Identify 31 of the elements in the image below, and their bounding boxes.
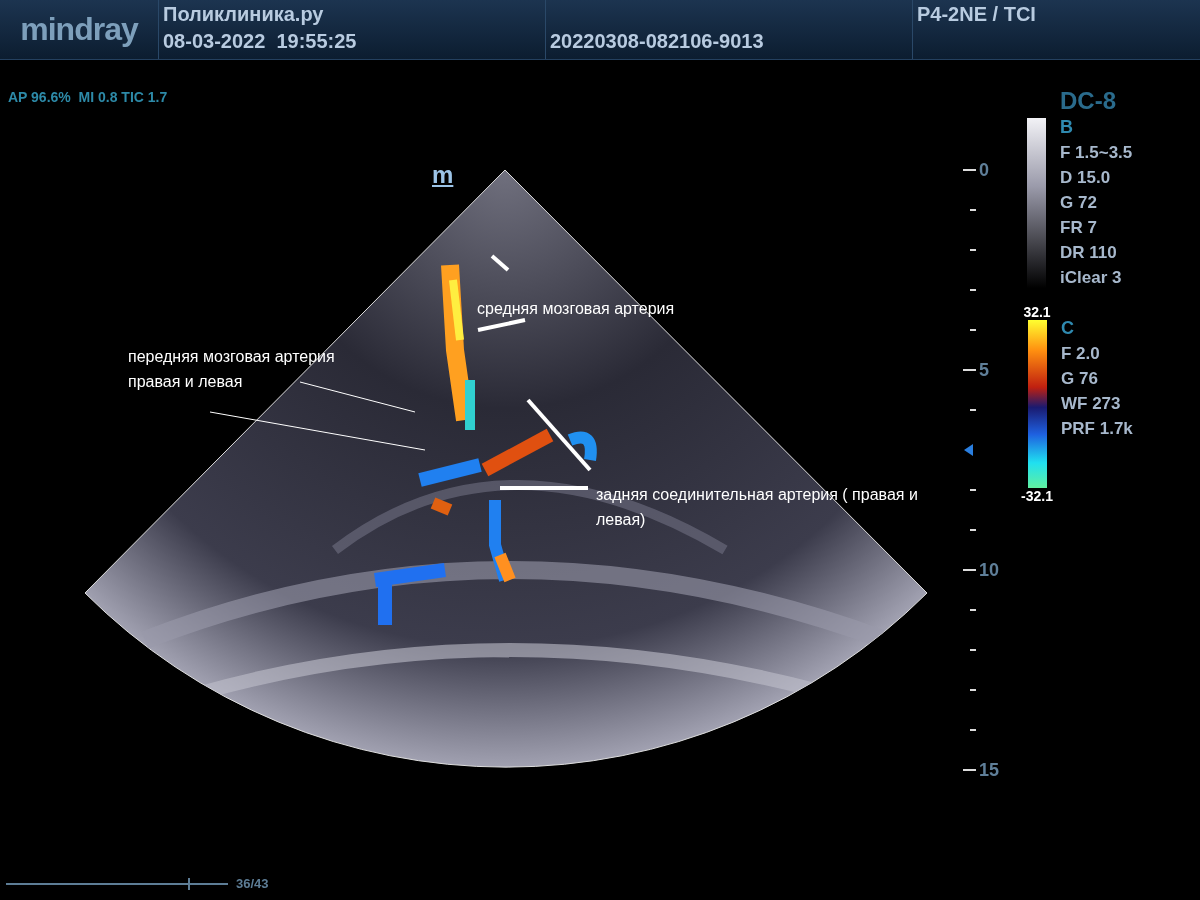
depth-label: 0 [979,160,989,180]
acoustic-output: AP 96.6% MI 0.8 TIC 1.7 [8,89,168,105]
imaging-parameter: WF 273 [1061,393,1122,415]
velocity-max: 32.1 [1023,304,1051,320]
leader-line [477,318,526,332]
brand-logo: mindray [19,10,140,49]
imaging-parameter: DR 110 [1060,242,1118,264]
imaging-parameter: iClear 3 [1060,267,1123,289]
frame-counter: 36/43 [236,876,269,891]
imaging-parameter: PRF 1.7k [1061,418,1133,440]
depth-label: 5 [979,360,989,380]
imaging-parameter: G 72 [1060,192,1098,214]
focus-marker-icon [964,444,973,456]
probe-preset: P4-2NE / TCI [917,3,1036,25]
imaging-parameter: F 1.5~3.5 [1060,142,1133,164]
exam-id: 20220308-082106-9013 [550,30,764,52]
preset-name: DC-8 [1060,87,1117,115]
orientation-mark: m [432,161,454,189]
imaging-parameter: D 15.0 [1060,167,1112,189]
velocity-min: -32.1 [1021,488,1053,504]
mode-title: B [1060,116,1074,139]
imaging-parameter: F 2.0 [1061,343,1101,365]
exam-datetime: 08-03-2022 19:55:25 [163,29,358,53]
clinic-name: Поликлиника.ру [163,2,325,26]
mode-title: C [1061,317,1075,340]
annotation-text: средняя мозговая артерия [477,299,676,319]
depth-label: 15 [979,760,1000,780]
leader-line [490,254,510,272]
imaging-parameter: FR 7 [1060,217,1098,239]
imaging-parameter: G 76 [1061,368,1099,390]
depth-label: 10 [979,560,1000,580]
